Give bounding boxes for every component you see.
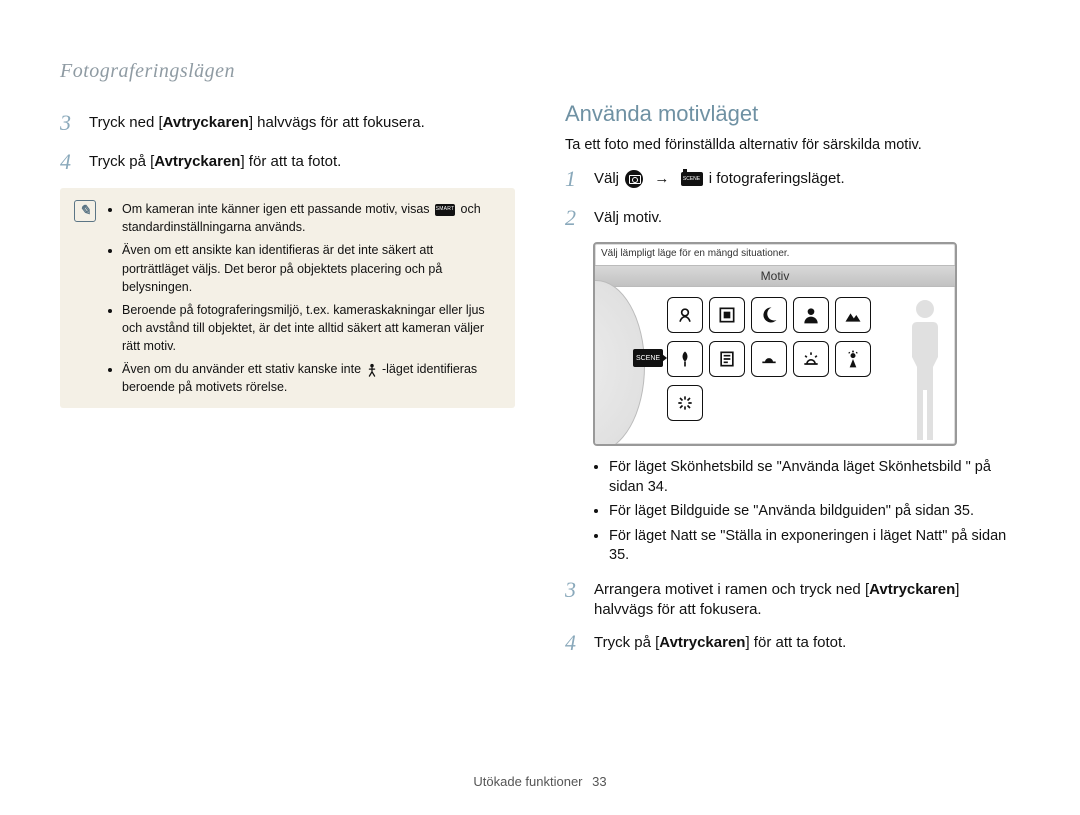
text-fragment: Tryck ned [ <box>89 114 163 131</box>
step-4-left: 4 Tryck på [Avtryckaren] för att ta foto… <box>60 148 515 177</box>
section-lead: Ta ett foto med förinställda alternativ … <box>565 137 1020 153</box>
text-fragment: ] halvvägs för att fokusera. <box>249 114 425 131</box>
step-4-right: 4 Tryck på [Avtryckaren] för att ta foto… <box>565 629 1020 658</box>
reference-bullets: För läget Skönhetsbild se "Använda läget… <box>593 458 1020 566</box>
step-number: 4 <box>565 629 583 658</box>
text-fragment: i fotograferingsläget. <box>709 170 845 187</box>
shutter-label: Avtryckaren <box>163 114 249 131</box>
tripod-person-icon <box>365 363 379 377</box>
scene-night-icon <box>751 297 787 333</box>
page-footer: Utökade funktioner 33 <box>0 774 1080 789</box>
step-text: Tryck på [Avtryckaren] för att ta fotot. <box>594 629 846 658</box>
text-fragment: ] för att ta fotot. <box>745 634 846 651</box>
camera-mode-icon <box>625 170 643 188</box>
scene-dawn-icon <box>793 341 829 377</box>
step-number: 3 <box>565 576 583 619</box>
step-text: Tryck ned [Avtryckaren] halvvägs för att… <box>89 109 425 138</box>
text-fragment: Tryck på [ <box>594 634 659 651</box>
camera-screen-illustration: Välj lämpligt läge för en mängd situatio… <box>593 242 957 446</box>
text-fragment: Även om du använder ett stativ kanske in… <box>122 362 365 376</box>
step-text: Välj → i fotograferingsläget. <box>594 165 845 194</box>
section-heading: Använda motivläget <box>565 101 1020 127</box>
step-number: 4 <box>60 148 78 177</box>
person-silhouette <box>905 300 945 440</box>
scene-chip-icon: SCENE <box>633 349 663 367</box>
text-fragment: ] för att ta fotot. <box>240 153 341 170</box>
note-item: Beroende på fotograferingsmiljö, t.ex. k… <box>122 301 501 355</box>
text-fragment: Välj <box>594 170 623 187</box>
page-number: 33 <box>592 774 606 789</box>
note-icon: ✎ <box>74 200 96 222</box>
scene-fireworks-icon <box>667 385 703 421</box>
smart-icon <box>435 204 455 216</box>
scene-icon-grid <box>667 297 911 421</box>
scene-portrait-icon <box>793 297 829 333</box>
bullet-item: För läget Skönhetsbild se "Använda läget… <box>609 458 1020 497</box>
scene-guide-icon <box>709 297 745 333</box>
bullet-item: För läget Natt se "Ställa in exponeringe… <box>609 527 1020 566</box>
note-box: ✎ Om kameran inte känner igen ett passan… <box>60 188 515 408</box>
right-column: Använda motivläget Ta ett foto med förin… <box>565 101 1020 668</box>
step-text: Välj motiv. <box>594 204 662 233</box>
note-item: Även om ett ansikte kan identifieras är … <box>122 241 501 295</box>
scene-mode-icon <box>681 172 703 186</box>
step-1-right: 1 Välj → i fotograferingsläget. <box>565 165 1020 194</box>
left-column: 3 Tryck ned [Avtryckaren] halvvägs för a… <box>60 101 515 668</box>
step-number: 2 <box>565 204 583 233</box>
scene-closeup-icon <box>667 341 703 377</box>
scene-beauty-icon <box>667 297 703 333</box>
footer-label: Utökade funktioner <box>473 774 582 789</box>
step-number: 3 <box>60 109 78 138</box>
screen-title: Motiv <box>595 265 955 287</box>
text-fragment: Tryck på [ <box>89 153 154 170</box>
scene-text-icon <box>709 341 745 377</box>
bullet-item: För läget Bildguide se "Använda bildguid… <box>609 502 1020 522</box>
scene-backlight-icon <box>835 341 871 377</box>
shutter-label: Avtryckaren <box>154 153 240 170</box>
note-item: Om kameran inte känner igen ett passande… <box>122 200 501 236</box>
scene-sunset-icon <box>751 341 787 377</box>
text-fragment: Arrangera motivet i ramen och tryck ned … <box>594 581 869 598</box>
screen-hint-text: Välj lämpligt läge för en mängd situatio… <box>595 244 955 265</box>
step-text: Arrangera motivet i ramen och tryck ned … <box>594 576 1020 619</box>
step-3-right: 3 Arrangera motivet i ramen och tryck ne… <box>565 576 1020 619</box>
note-list: Om kameran inte känner igen ett passande… <box>108 200 501 396</box>
shutter-label: Avtryckaren <box>869 581 955 598</box>
scene-landscape-icon <box>835 297 871 333</box>
note-item: Även om du använder ett stativ kanske in… <box>122 360 501 396</box>
arrow-icon: → <box>654 170 669 187</box>
step-2-right: 2 Välj motiv. <box>565 204 1020 233</box>
manual-page: Fotograferingslägen 3 Tryck ned [Avtryck… <box>0 0 1080 815</box>
step-3-left: 3 Tryck ned [Avtryckaren] halvvägs för a… <box>60 109 515 138</box>
columns: 3 Tryck ned [Avtryckaren] halvvägs för a… <box>60 101 1020 668</box>
breadcrumb: Fotograferingslägen <box>60 60 1020 83</box>
step-number: 1 <box>565 165 583 194</box>
shutter-label: Avtryckaren <box>659 634 745 651</box>
step-text: Tryck på [Avtryckaren] för att ta fotot. <box>89 148 341 177</box>
text-fragment: Om kameran inte känner igen ett passande… <box>122 202 433 216</box>
